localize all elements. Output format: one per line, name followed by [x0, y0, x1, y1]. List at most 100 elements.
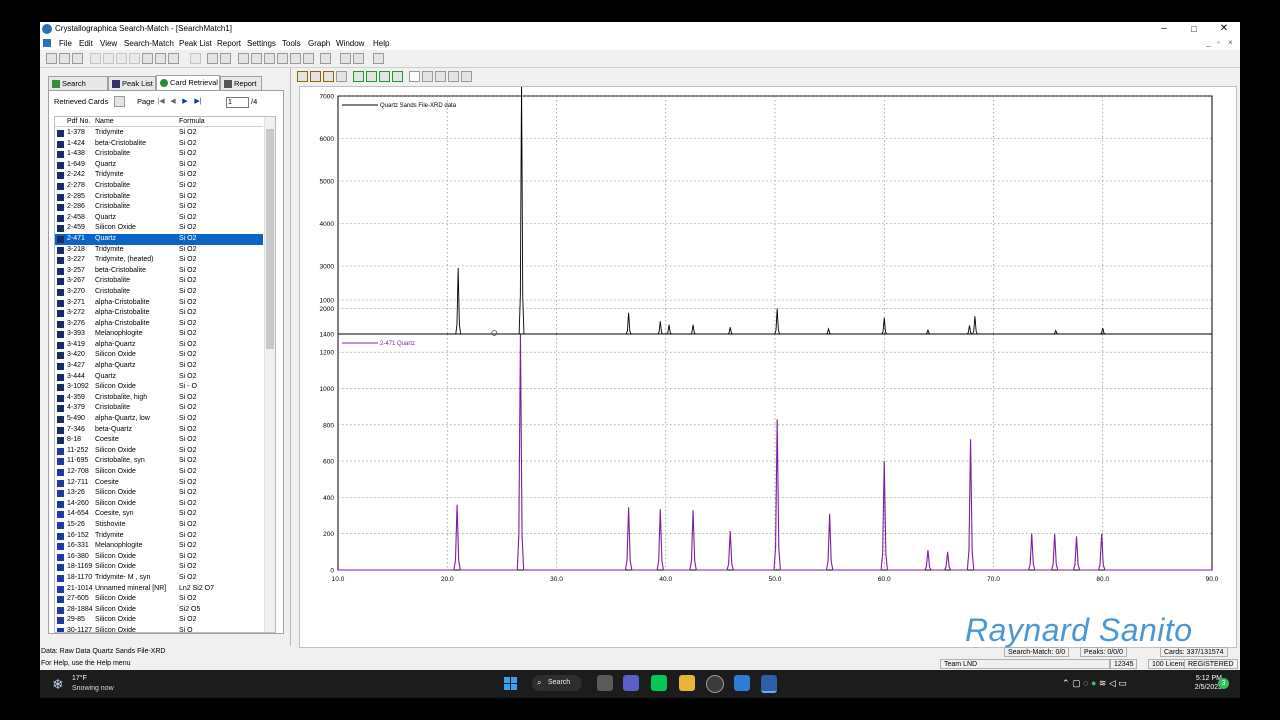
card-row[interactable]: 30-1127 Silicon Oxide Si O [55, 626, 263, 632]
crystallographica-task-icon[interactable] [761, 675, 777, 693]
card-row[interactable]: 3-419 alpha-Quartz Si O2 [55, 340, 263, 351]
report-icon[interactable] [353, 53, 364, 64]
notepad-icon[interactable] [734, 675, 750, 691]
card-row[interactable]: 1-424 beta-Cristobalite Si O2 [55, 139, 263, 150]
card-row[interactable]: 2-242 Tridymite Si O2 [55, 170, 263, 181]
menu-edit[interactable]: Edit [79, 39, 93, 48]
maximize-button[interactable]: □ [1180, 22, 1208, 36]
card-row[interactable]: 16-152 Tridymite Si O2 [55, 531, 263, 542]
print-icon[interactable] [142, 53, 153, 64]
line-app-icon[interactable] [651, 675, 667, 691]
zoom-out-x-icon[interactable] [366, 71, 377, 82]
card-row[interactable]: 12-708 Silicon Oxide Si O2 [55, 467, 263, 478]
wifi-icon[interactable]: ≋ [1099, 678, 1107, 688]
menu-settings[interactable]: Settings [247, 39, 276, 48]
card-row[interactable]: 2-278 Cristobalite Si O2 [55, 181, 263, 192]
card-row[interactable]: 2-471 Quartz Si O2 [55, 233, 263, 245]
pattern-icon[interactable] [251, 53, 262, 64]
card-row[interactable]: 21-1014 Unnamed mineral [NR] Ln2 Si2 O7 [55, 584, 263, 595]
open-icon[interactable] [59, 53, 70, 64]
menu-peak-list[interactable]: Peak List [179, 39, 212, 48]
card-row[interactable]: 3-276 alpha-Cristobalite Si O2 [55, 319, 263, 330]
battery-icon[interactable]: ▭ [1118, 678, 1127, 688]
card-row[interactable]: 2-458 Quartz Si O2 [55, 213, 263, 224]
menu-search-match[interactable]: Search-Match [124, 39, 174, 48]
card-row[interactable]: 4-379 Cristobalite Si O2 [55, 403, 263, 414]
menu-tools[interactable]: Tools [282, 39, 301, 48]
tray-app-icon[interactable]: ▢ [1072, 678, 1081, 688]
volume-icon[interactable]: ◁ [1109, 678, 1116, 688]
mdi-close-button[interactable]: × [1228, 38, 1233, 47]
graph-export-icon[interactable] [323, 71, 334, 82]
card-row[interactable]: 3-420 Silicon Oxide Si O2 [55, 350, 263, 361]
prev-page-icon[interactable]: ◀ [168, 97, 178, 107]
menu-report[interactable]: Report [217, 39, 241, 48]
page-number-input[interactable]: 1 [226, 97, 249, 108]
notification-badge[interactable]: 3 [1218, 678, 1229, 689]
phase-icon[interactable] [238, 53, 249, 64]
context-help-icon[interactable] [168, 53, 179, 64]
card-row[interactable]: 2-285 Cristobalite Si O2 [55, 192, 263, 203]
card-row[interactable]: 14-654 Coesite, syn Si O2 [55, 509, 263, 520]
card-row[interactable]: 3-271 alpha-Cristobalite Si O2 [55, 298, 263, 309]
menu-graph[interactable]: Graph [308, 39, 330, 48]
card-row[interactable]: 3-427 alpha-Quartz Si O2 [55, 361, 263, 372]
paste-icon[interactable] [116, 53, 127, 64]
grid-icon[interactable] [373, 53, 384, 64]
start-button[interactable] [504, 677, 518, 691]
save-icon[interactable] [72, 53, 83, 64]
minimize-button[interactable]: – [1150, 22, 1178, 36]
column-pdf-no[interactable]: Pdf No. [67, 117, 90, 126]
menu-file[interactable]: File [59, 39, 72, 48]
card-row[interactable]: 2-459 Silicon Oxide Si O2 [55, 223, 263, 234]
file-explorer-icon[interactable] [679, 675, 695, 691]
delete-icon[interactable] [129, 53, 140, 64]
tab-peak-list[interactable]: Peak List [108, 76, 156, 90]
tray-sync-icon[interactable]: ◌ [1083, 678, 1088, 688]
compare-icon[interactable] [277, 53, 288, 64]
tab-report[interactable]: Report [220, 76, 262, 90]
zoom-in-x-icon[interactable] [353, 71, 364, 82]
database-icon[interactable] [320, 53, 331, 64]
filter-icon[interactable] [303, 53, 314, 64]
graph-copy-icon[interactable] [310, 71, 321, 82]
pan-left-icon[interactable] [379, 71, 390, 82]
column-name[interactable]: Name [95, 117, 114, 126]
card-row[interactable]: 5-490 alpha-Quartz, low Si O2 [55, 414, 263, 425]
mdi-restore-button[interactable]: ▫ [1217, 38, 1220, 47]
card-row[interactable]: 1-378 Tridymite Si O2 [55, 128, 263, 139]
cut-icon[interactable] [90, 53, 101, 64]
xrd-plot[interactable]: 1400 1000 2000 3000 4000 5000 6000 7000 Quartz S… [299, 86, 1237, 648]
taskbar-search[interactable]: ⌕ Search [532, 675, 582, 691]
card-row[interactable]: 3-267 Cristobalite Si O2 [55, 276, 263, 287]
annotate-icon[interactable] [409, 71, 420, 82]
card-row[interactable]: 16-331 Melanophlogite Si O2 [55, 541, 263, 552]
card-row[interactable]: 8-18 Coesite Si O2 [55, 435, 263, 446]
scrollbar-thumb[interactable] [266, 129, 274, 349]
xy-icon[interactable] [461, 71, 472, 82]
fit-icon[interactable] [422, 71, 433, 82]
peak-search-icon[interactable] [220, 53, 231, 64]
tab-search-match[interactable]: Search Match [48, 76, 108, 102]
card-row[interactable]: 3-218 Tridymite Si O2 [55, 245, 263, 256]
card-row[interactable]: 16-380 Silicon Oxide Si O2 [55, 552, 263, 563]
first-page-icon[interactable]: |◀ [156, 97, 166, 107]
browser-icon[interactable] [706, 675, 724, 693]
copy-icon[interactable] [103, 53, 114, 64]
help-icon[interactable] [155, 53, 166, 64]
last-page-icon[interactable]: ▶| [193, 97, 203, 107]
card-row[interactable]: 28-1884 Silicon Oxide Si2 O5 [55, 605, 263, 616]
card-row[interactable]: 15-26 Stishovite Si O2 [55, 520, 263, 531]
menu-window[interactable]: Window [336, 39, 364, 48]
mic-icon[interactable]: ● [1091, 678, 1096, 688]
card-row[interactable]: 3-272 alpha-Cristobalite Si O2 [55, 308, 263, 319]
card-row[interactable]: 3-444 Quartz Si O2 [55, 372, 263, 383]
card-row[interactable]: 1-438 Cristobalite Si O2 [55, 149, 263, 160]
card-row[interactable]: 12-711 Coesite Si O2 [55, 478, 263, 489]
card-row[interactable]: 11-695 Cristobalite, syn Si O2 [55, 456, 263, 467]
next-page-icon[interactable]: ▶ [180, 97, 190, 107]
card-row[interactable]: 27-605 Silicon Oxide Si O2 [55, 594, 263, 605]
element-icon[interactable] [290, 53, 301, 64]
chevron-up-icon[interactable]: ⌃ [1062, 678, 1070, 688]
card-list-scrollbar[interactable] [264, 117, 275, 632]
